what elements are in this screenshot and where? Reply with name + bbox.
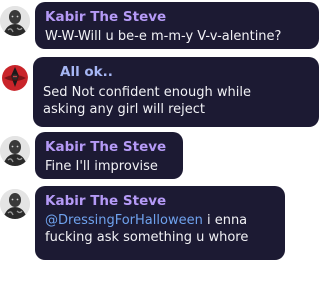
message-text: @DressingForHalloween i enna fucking ask… [45, 212, 275, 246]
message-text-line: asking any girl will reject [43, 102, 205, 117]
tattooed-man-avatar-icon[interactable] [0, 6, 30, 36]
message-text-line: fucking ask something u whore [45, 230, 249, 245]
tattooed-man-avatar-icon[interactable] [0, 136, 30, 166]
sender-name[interactable]: Kabir The Steve [45, 9, 309, 25]
message-text: Sed Not confident enough while asking an… [43, 84, 309, 118]
user-mention-link[interactable]: @DressingForHalloween [45, 213, 203, 228]
sender-name[interactable]: Kabir The Steve [45, 139, 173, 155]
message-bubble[interactable]: Kabir The Steve W-W-Will u be-e m-m-y V-… [35, 2, 319, 49]
message-bubble[interactable]: All ok.. Sed Not confident enough while … [33, 57, 319, 127]
tattooed-man-avatar-icon[interactable] [0, 189, 30, 219]
message-text: Fine I'll improvise [45, 159, 158, 174]
message-text-fragment: i enna [202, 213, 248, 228]
message-bubble[interactable]: Kabir The Steve @DressingForHalloween i … [35, 186, 285, 260]
red-reaper-avatar-icon[interactable] [0, 63, 28, 91]
message-bubble[interactable]: Kabir The Steve Fine I'll improvise [35, 132, 183, 179]
sender-name[interactable]: Kabir The Steve [45, 193, 275, 209]
sender-name[interactable]: All ok.. [60, 64, 309, 80]
message-text-line: Sed Not confident enough while [43, 85, 251, 100]
message-text: W-W-Will u be-e m-m-y V-v-alentine? [45, 29, 282, 44]
